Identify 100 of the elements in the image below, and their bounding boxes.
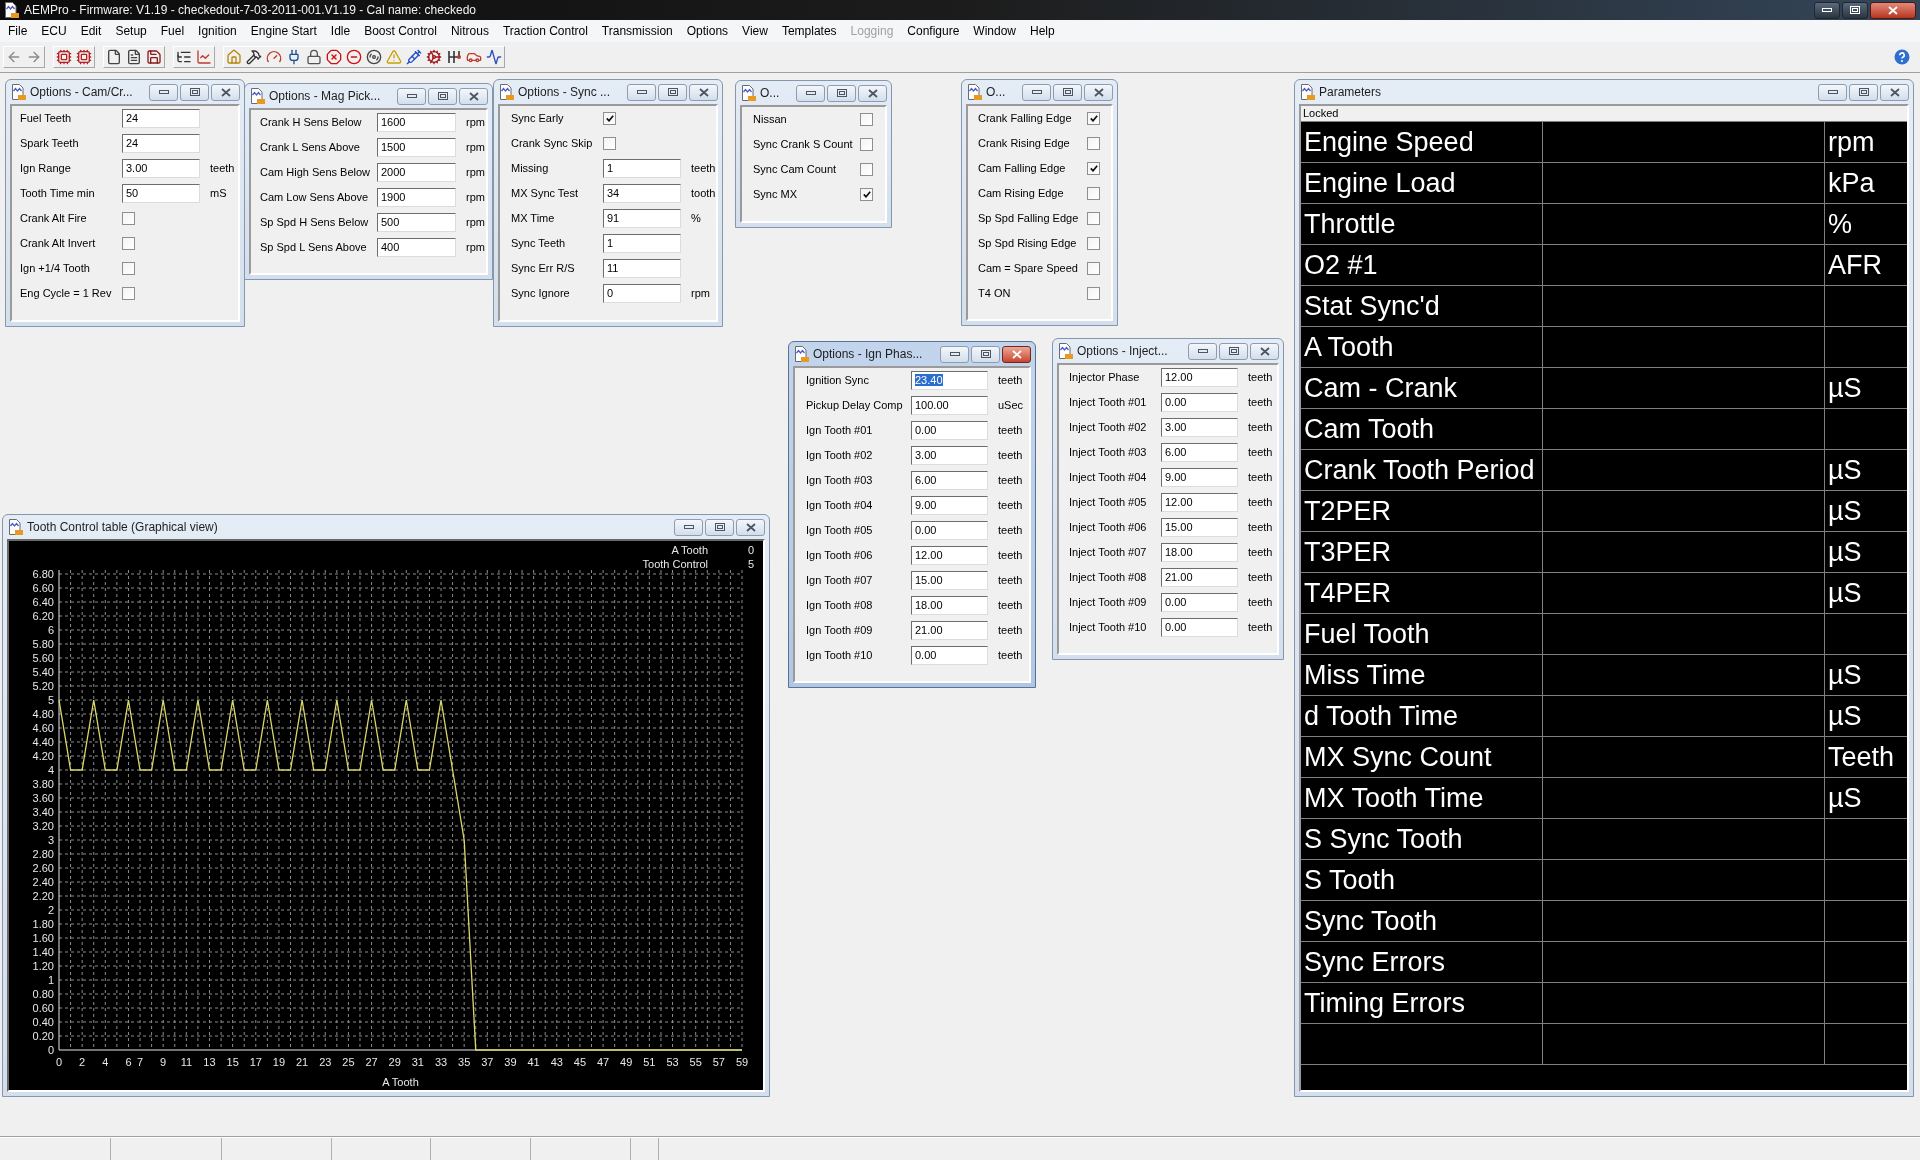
input-field[interactable]: 18.00 — [911, 596, 988, 615]
no-entry-icon[interactable] — [346, 49, 362, 65]
menu-item[interactable]: ECU — [34, 22, 74, 40]
input-field[interactable]: 1 — [603, 234, 681, 253]
shifter-icon[interactable] — [446, 49, 462, 65]
plug-icon[interactable] — [286, 49, 302, 65]
minimize-button[interactable] — [149, 83, 178, 101]
menu-item[interactable]: Idle — [323, 22, 358, 40]
input-field[interactable]: 0.00 — [911, 521, 988, 540]
checkbox[interactable] — [1087, 262, 1100, 275]
checkbox[interactable] — [860, 138, 873, 151]
input-field[interactable]: 1900 — [377, 188, 456, 207]
hammer-icon[interactable] — [246, 49, 262, 65]
checkbox[interactable] — [122, 237, 135, 250]
input-field[interactable]: 6.00 — [911, 471, 988, 490]
checkbox[interactable] — [1087, 112, 1100, 125]
input-field[interactable]: 3.00 — [122, 159, 200, 178]
maximize-button[interactable] — [1219, 342, 1248, 360]
gauge-icon[interactable] — [266, 49, 282, 65]
menu-item[interactable]: Nitrous — [443, 22, 496, 40]
close-button[interactable] — [1250, 342, 1279, 360]
maximize-button[interactable] — [1842, 1, 1868, 19]
minimize-button[interactable] — [1188, 342, 1217, 360]
input-field[interactable]: 21.00 — [911, 621, 988, 640]
input-field[interactable]: 9.00 — [1161, 468, 1238, 487]
tree-list-icon[interactable] — [176, 49, 192, 65]
syringe-icon[interactable] — [406, 49, 422, 65]
input-field[interactable]: 23.40 — [911, 371, 988, 390]
chip-icon[interactable] — [76, 49, 92, 65]
menu-item[interactable]: Transmission — [594, 22, 680, 40]
input-field[interactable]: 0.00 — [911, 421, 988, 440]
checkbox[interactable] — [1087, 212, 1100, 225]
disc-icon[interactable] — [366, 49, 382, 65]
menu-item[interactable]: Options — [679, 22, 736, 40]
input-field[interactable]: 15.00 — [911, 571, 988, 590]
arrow-right-icon[interactable] — [26, 49, 42, 65]
input-field[interactable]: 3.00 — [911, 446, 988, 465]
maximize-button[interactable] — [1849, 83, 1878, 101]
minimize-button[interactable] — [674, 518, 703, 536]
gear-icon[interactable] — [426, 49, 442, 65]
input-field[interactable]: 91 — [603, 209, 681, 228]
input-field[interactable]: 50 — [122, 184, 200, 203]
padlock-icon[interactable] — [306, 49, 322, 65]
pulse-chart-icon[interactable] — [486, 49, 502, 65]
menu-item[interactable]: Fuel — [153, 22, 192, 40]
menu-item[interactable]: File — [1, 22, 35, 40]
input-field[interactable]: 1500 — [377, 138, 456, 157]
save-icon[interactable] — [146, 49, 162, 65]
input-field[interactable]: 12.00 — [1161, 493, 1238, 512]
menu-item[interactable]: Configure — [900, 22, 967, 40]
close-button[interactable] — [736, 518, 765, 536]
input-field[interactable]: 12.00 — [911, 546, 988, 565]
maximize-button[interactable] — [658, 83, 687, 101]
close-button[interactable] — [858, 84, 887, 102]
stop-sign-icon[interactable] — [326, 49, 342, 65]
menu-item[interactable]: Window — [966, 22, 1024, 40]
maximize-button[interactable] — [971, 345, 1000, 363]
input-field[interactable]: 24 — [122, 134, 200, 153]
checkbox[interactable] — [1087, 237, 1100, 250]
menu-item[interactable]: Ignition — [191, 22, 244, 40]
maximize-button[interactable] — [827, 84, 856, 102]
input-field[interactable]: 0.00 — [1161, 618, 1238, 637]
input-field[interactable]: 3.00 — [1161, 418, 1238, 437]
minimize-button[interactable] — [627, 83, 656, 101]
checkbox[interactable] — [860, 188, 873, 201]
close-button[interactable] — [1880, 83, 1909, 101]
input-field[interactable]: 0.00 — [1161, 393, 1238, 412]
checkbox[interactable] — [1087, 187, 1100, 200]
input-field[interactable]: 500 — [377, 213, 456, 232]
menu-item[interactable]: Edit — [73, 22, 109, 40]
close-button[interactable] — [689, 83, 718, 101]
input-field[interactable]: 12.00 — [1161, 368, 1238, 387]
input-field[interactable]: 9.00 — [911, 496, 988, 515]
input-field[interactable]: 21.00 — [1161, 568, 1238, 587]
checkbox[interactable] — [1087, 287, 1100, 300]
checkbox[interactable] — [122, 287, 135, 300]
help-icon[interactable] — [1894, 49, 1910, 65]
line-chart-icon[interactable] — [196, 49, 212, 65]
minimize-button[interactable] — [940, 345, 969, 363]
menu-item[interactable]: Setup — [108, 22, 154, 40]
close-button[interactable] — [1870, 1, 1916, 19]
checkbox[interactable] — [860, 113, 873, 126]
maximize-button[interactable] — [428, 87, 457, 105]
menu-item[interactable]: Traction Control — [495, 22, 595, 40]
chip-icon[interactable] — [56, 49, 72, 65]
input-field[interactable]: 400 — [377, 238, 456, 257]
checkbox[interactable] — [603, 112, 616, 125]
input-field[interactable]: 24 — [122, 109, 200, 128]
input-field[interactable]: 1 — [603, 159, 681, 178]
menu-item[interactable]: Templates — [774, 22, 844, 40]
input-field[interactable]: 18.00 — [1161, 543, 1238, 562]
menu-item[interactable]: Boost Control — [357, 22, 444, 40]
checkbox[interactable] — [122, 262, 135, 275]
close-button[interactable] — [459, 87, 488, 105]
maximize-button[interactable] — [180, 83, 209, 101]
close-button[interactable] — [211, 83, 240, 101]
close-button[interactable] — [1002, 345, 1031, 363]
input-field[interactable]: 1600 — [377, 113, 456, 132]
menu-item[interactable]: View — [735, 22, 775, 40]
minimize-button[interactable] — [1022, 83, 1051, 101]
